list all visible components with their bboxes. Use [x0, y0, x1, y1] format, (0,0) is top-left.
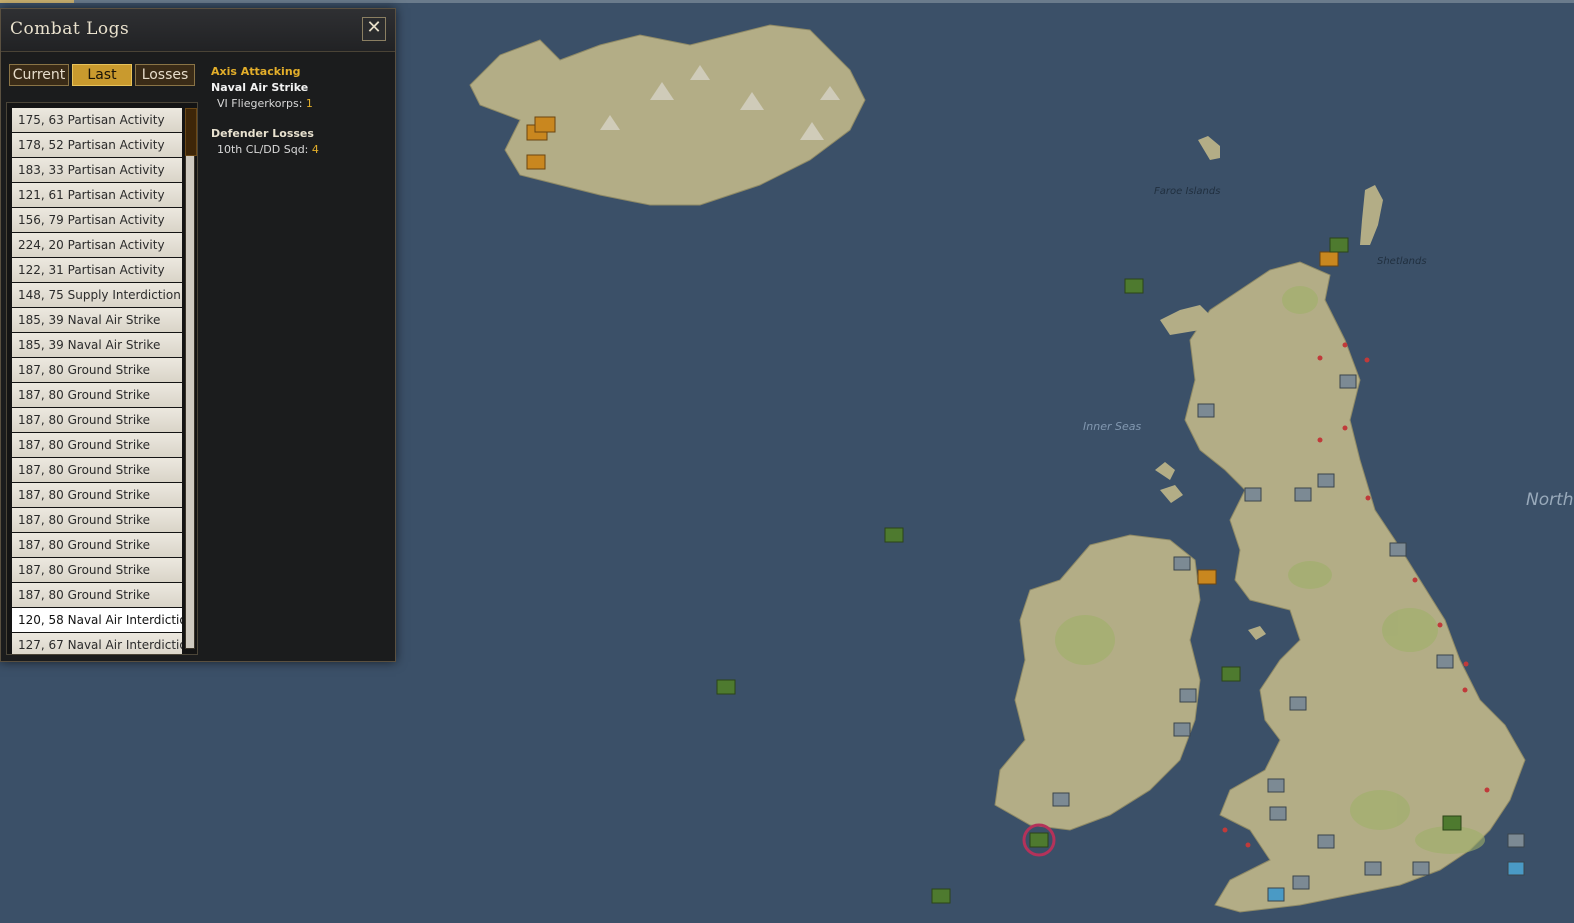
- tab-last[interactable]: Last: [72, 64, 132, 86]
- list-item[interactable]: 187, 80 Ground Strike: [12, 583, 182, 607]
- list-item[interactable]: 187, 80 Ground Strike: [12, 383, 182, 407]
- list-item[interactable]: 187, 80 Ground Strike: [12, 483, 182, 507]
- list-item[interactable]: 187, 80 Ground Strike: [12, 433, 182, 457]
- list-item[interactable]: 187, 80 Ground Strike: [12, 358, 182, 382]
- panel-header: Combat Logs ✕: [1, 9, 395, 52]
- list-item[interactable]: 187, 80 Ground Strike: [12, 558, 182, 582]
- list-item[interactable]: 185, 39 Naval Air Strike: [12, 308, 182, 332]
- top-edge-accent: [0, 0, 74, 3]
- close-icon: ✕: [366, 17, 382, 38]
- list-scrollbar[interactable]: [185, 108, 197, 649]
- list-item[interactable]: 187, 80 Ground Strike: [12, 533, 182, 557]
- combat-logs-panel: Combat Logs ✕ Current Last Losses 175, 6…: [0, 8, 396, 662]
- list-item[interactable]: 187, 80 Ground Strike: [12, 508, 182, 532]
- attacking-side: Axis Attacking: [211, 65, 301, 78]
- tab-losses[interactable]: Losses: [135, 64, 195, 86]
- list-item[interactable]: 156, 79 Partisan Activity: [12, 208, 182, 232]
- list-item[interactable]: 185, 39 Naval Air Strike: [12, 333, 182, 357]
- attacker-unit: VI Fliegerkorps:: [217, 97, 303, 110]
- list-item[interactable]: 122, 31 Partisan Activity: [12, 258, 182, 282]
- list-item[interactable]: 127, 67 Naval Air Interdiction: [12, 633, 182, 654]
- list-item[interactable]: 120, 58 Naval Air Interdiction: [12, 608, 182, 632]
- log-list-items: 175, 63 Partisan Activity 178, 52 Partisa…: [12, 108, 182, 654]
- list-item[interactable]: 175, 63 Partisan Activity: [12, 108, 182, 132]
- map-label-north: North: [1526, 490, 1574, 510]
- attacker-value: 1: [305, 97, 313, 110]
- list-item[interactable]: 187, 80 Ground Strike: [12, 458, 182, 482]
- list-item[interactable]: 148, 75 Supply Interdiction: [12, 283, 182, 307]
- panel-title: Combat Logs: [10, 19, 130, 39]
- list-item[interactable]: 178, 52 Partisan Activity: [12, 133, 182, 157]
- attacker-unit-line: VI Fliegerkorps: 1: [211, 97, 391, 110]
- tab-current[interactable]: Current: [9, 64, 69, 86]
- top-edge-bar: [0, 0, 1574, 3]
- combat-detail: Axis Attacking Naval Air Strike VI Flieg…: [211, 65, 391, 156]
- list-item[interactable]: 183, 33 Partisan Activity: [12, 158, 182, 182]
- defender-value: 4: [311, 143, 319, 156]
- combat-type: Naval Air Strike: [211, 81, 309, 94]
- list-item[interactable]: 187, 80 Ground Strike: [12, 408, 182, 432]
- scrollbar-thumb[interactable]: [185, 108, 197, 156]
- close-button[interactable]: ✕: [362, 17, 386, 41]
- defender-losses-heading: Defender Losses: [211, 127, 314, 140]
- defender-unit-line: 10th CL/DD Sqd: 4: [211, 143, 391, 156]
- map-label-shetlands: Shetlands: [1377, 256, 1427, 267]
- list-item[interactable]: 121, 61 Partisan Activity: [12, 183, 182, 207]
- map-label-faroe: Faroe Islands: [1154, 186, 1221, 197]
- combat-log-list[interactable]: 175, 63 Partisan Activity 178, 52 Partisa…: [6, 102, 198, 655]
- defender-unit: 10th CL/DD Sqd:: [217, 143, 309, 156]
- map-label-inner-seas: Inner Seas: [1083, 420, 1142, 433]
- list-item[interactable]: 224, 20 Partisan Activity: [12, 233, 182, 257]
